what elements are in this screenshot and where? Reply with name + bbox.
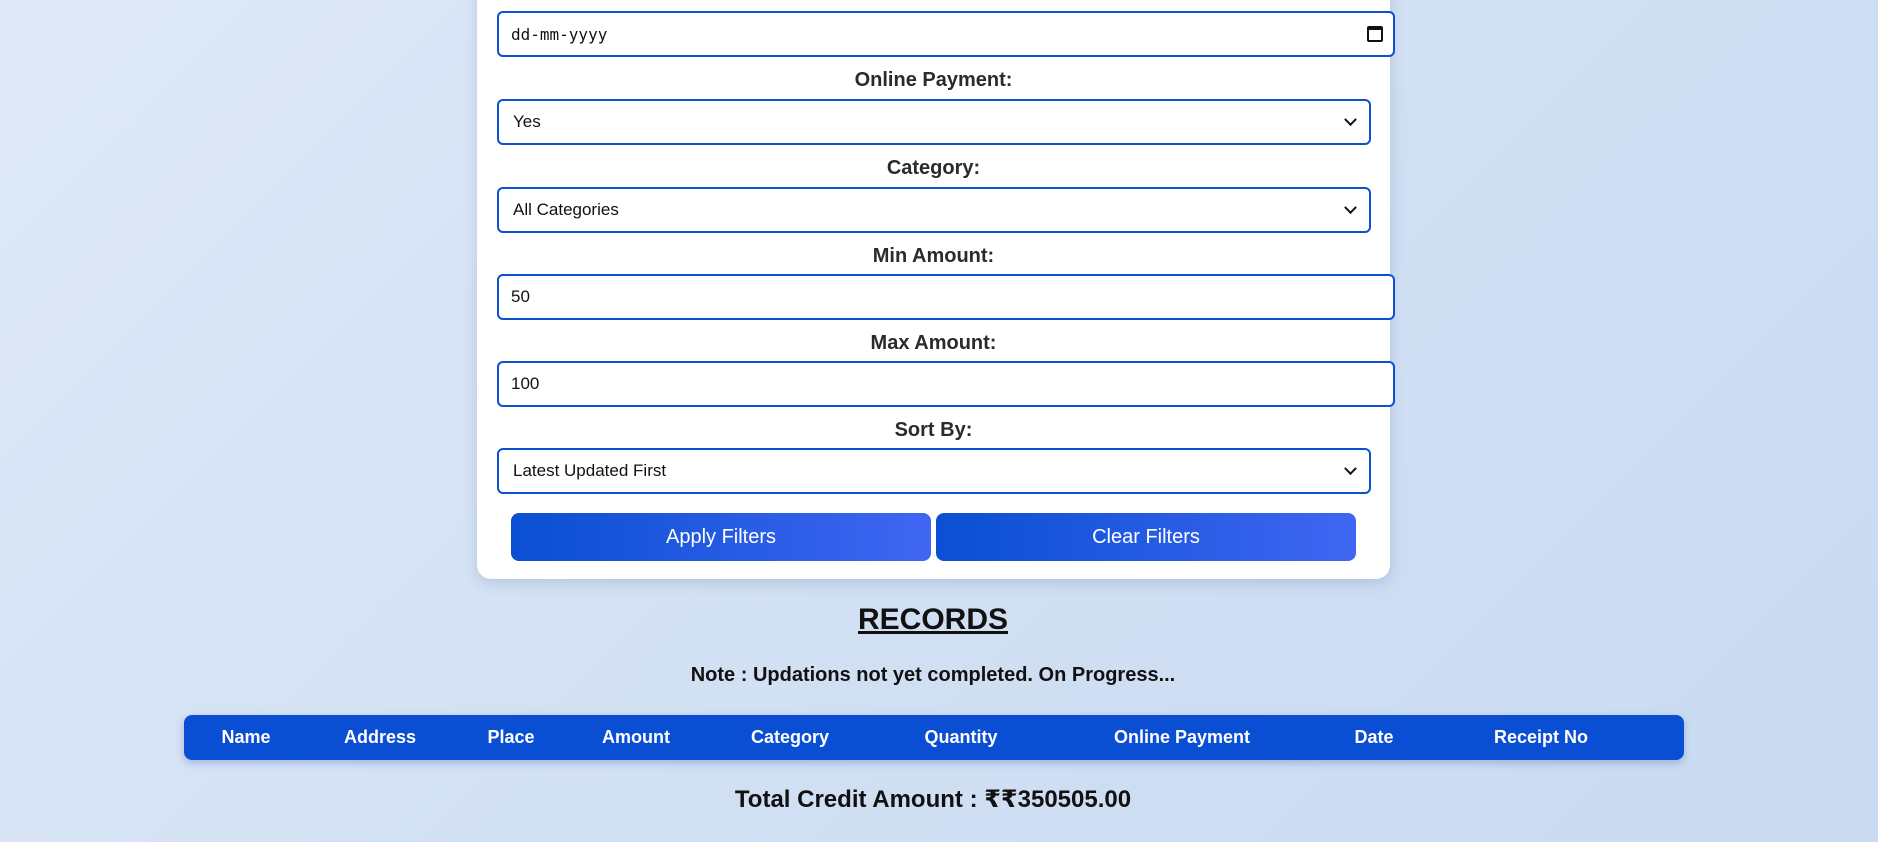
column-header-online-payment: Online Payment <box>1113 727 1251 747</box>
column-header-category: Category <box>750 727 830 747</box>
column-header-name: Name <box>221 727 271 747</box>
column-header-receipt-no: Receipt No <box>1493 727 1589 747</box>
progress-note: Note : Updations not yet completed. On P… <box>690 664 1176 686</box>
total-credit-amount: Total Credit Amount : ₹₹350505.00 <box>734 786 1132 813</box>
column-header-quantity: Quantity <box>924 727 998 747</box>
records-table-header: Name Address Place Amount Category Quant… <box>184 715 1684 760</box>
date-input[interactable]: dd-mm-yyyy <box>497 11 1395 57</box>
online-payment-select[interactable]: Yes <box>497 99 1371 145</box>
online-payment-label: Online Payment: <box>854 69 1013 91</box>
min-amount-label: Min Amount: <box>872 245 995 267</box>
category-select[interactable]: All Categories <box>497 187 1371 233</box>
date-input-placeholder: dd-mm-yyyy <box>511 24 608 44</box>
category-label: Category: <box>886 157 981 179</box>
max-amount-label: Max Amount: <box>870 332 997 354</box>
column-header-place: Place <box>487 727 535 747</box>
sort-by-label: Sort By: <box>894 419 973 441</box>
min-amount-value: 50 <box>511 287 530 306</box>
records-heading: RECORDS <box>857 603 1008 636</box>
max-amount-value: 100 <box>511 374 540 393</box>
column-header-address: Address <box>343 727 417 747</box>
column-header-date: Date <box>1354 727 1394 747</box>
min-amount-input[interactable]: 50 <box>497 274 1395 320</box>
calendar-icon[interactable] <box>1367 26 1383 42</box>
apply-filters-button[interactable]: Apply Filters <box>511 513 931 561</box>
category-selected: All Categories <box>513 200 619 219</box>
clear-filters-button[interactable]: Clear Filters <box>936 513 1356 561</box>
chevron-down-icon <box>1344 200 1357 214</box>
online-payment-selected: Yes <box>513 112 541 131</box>
sort-by-select[interactable]: Latest Updated First <box>497 448 1371 494</box>
chevron-down-icon <box>1344 461 1357 475</box>
sort-by-selected: Latest Updated First <box>513 461 667 480</box>
chevron-down-icon <box>1344 112 1357 126</box>
column-header-amount: Amount <box>602 727 670 747</box>
max-amount-input[interactable]: 100 <box>497 361 1395 407</box>
